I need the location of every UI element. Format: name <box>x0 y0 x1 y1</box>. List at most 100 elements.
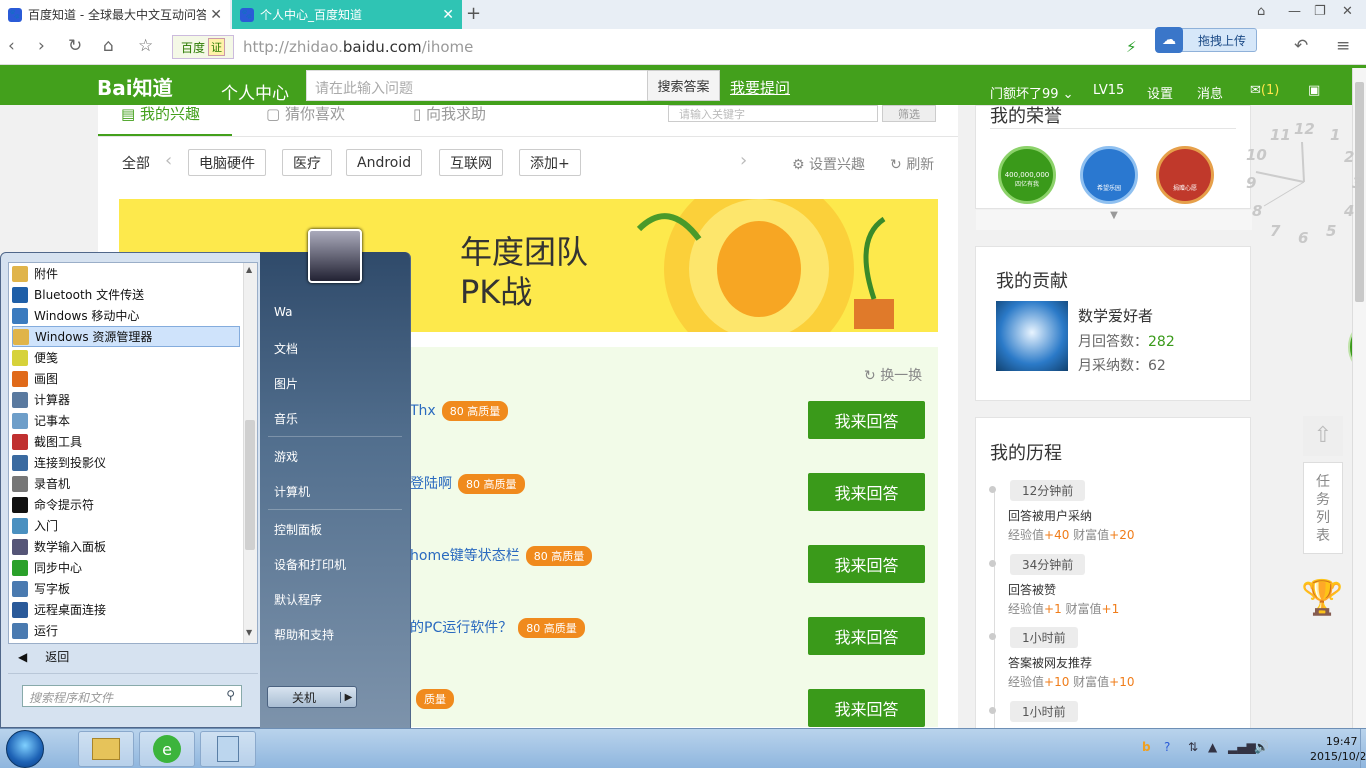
show-desktop-button[interactable] <box>1360 729 1366 768</box>
back-arrow-icon[interactable]: ‹ <box>8 36 15 56</box>
team-name[interactable]: 数学爱好者 <box>1078 305 1153 326</box>
forward-arrow-icon[interactable]: › <box>38 36 45 56</box>
username-dropdown[interactable]: 门额坏了99 ⌄ <box>990 83 1074 102</box>
medal-icon[interactable]: 希望乐园 <box>1080 146 1138 204</box>
settings-link[interactable]: 设置 <box>1147 83 1173 102</box>
program-item[interactable]: 数学输入面板 <box>12 536 240 557</box>
devices-printers-link[interactable]: 设备和打印机 <box>274 556 346 573</box>
show-hidden-icons[interactable]: ▲ <box>1208 740 1217 754</box>
answer-button[interactable]: 我来回答 <box>808 689 925 727</box>
accessories-folder[interactable]: 附件 <box>12 263 240 284</box>
user-avatar[interactable] <box>308 229 362 283</box>
back-button[interactable]: ◀ 返回 <box>12 648 252 668</box>
program-item[interactable]: 远程桌面连接 <box>12 599 240 620</box>
program-item[interactable]: Windows 资源管理器 <box>12 326 240 347</box>
task-list-button[interactable]: 任务列表 <box>1303 462 1343 554</box>
tag-item[interactable]: 医疗 <box>282 149 332 176</box>
new-tab-button[interactable]: + <box>466 3 481 24</box>
undo-icon[interactable]: ↶ <box>1294 36 1308 56</box>
tag-item[interactable]: 电脑硬件 <box>188 149 266 176</box>
shirt-skin-icon[interactable]: ⌂ <box>1257 4 1265 19</box>
program-item[interactable]: 画图 <box>12 368 240 389</box>
tray-overflow-icon[interactable]: ⇅ <box>1188 740 1198 754</box>
program-item[interactable]: 运行 <box>12 620 240 641</box>
close-tab-icon[interactable]: ✕ <box>442 7 454 23</box>
user-name-link[interactable]: Wa <box>274 305 292 319</box>
answer-button[interactable]: 我来回答 <box>808 545 925 583</box>
tab-my-interest[interactable]: ▤ 我的兴趣 <box>121 103 200 124</box>
notification-icon[interactable]: ▣ <box>1308 83 1320 98</box>
team-avatar[interactable] <box>996 301 1068 371</box>
question-title[interactable]: 的PC运行软件？ <box>410 620 512 636</box>
taskbar-clock[interactable]: 19:47 2015/10/29 <box>1310 734 1366 764</box>
star-bookmark-icon[interactable]: ☆ <box>138 36 153 56</box>
network-icon[interactable]: ▂▄▆ <box>1228 740 1256 754</box>
baidu-zhidao-logo[interactable]: Bai知道 <box>97 72 173 101</box>
programs-scrollbar-thumb[interactable] <box>245 420 255 550</box>
notepad-taskbar-icon[interactable] <box>200 731 256 767</box>
music-link[interactable]: 音乐 <box>274 410 298 427</box>
program-item[interactable]: 同步中心 <box>12 557 240 578</box>
answer-button[interactable]: 我来回答 <box>808 617 925 655</box>
games-link[interactable]: 游戏 <box>274 448 298 465</box>
answer-button[interactable]: 我来回答 <box>808 473 925 511</box>
documents-link[interactable]: 文档 <box>274 340 298 357</box>
question-title[interactable]: 登陆啊 <box>410 476 452 492</box>
search-programs-input[interactable]: 搜索程序和文件 ⚲ <box>22 685 242 707</box>
menu-icon[interactable]: ≡ <box>1336 36 1350 56</box>
explorer-taskbar-icon[interactable] <box>78 731 134 767</box>
tab-help-me[interactable]: ▯ 向我求助 <box>413 103 486 124</box>
scroll-down-icon[interactable]: ▼ <box>246 628 252 637</box>
search-answer-button[interactable]: 搜索答案 <box>647 70 720 101</box>
program-item[interactable]: 写字板 <box>12 578 240 599</box>
add-tag-button[interactable]: 添加+ <box>519 149 581 176</box>
expand-chevron-icon[interactable]: ▼ <box>976 210 1252 230</box>
browser-tab-baidu-zhidao[interactable]: 🐾 百度知道 - 全球最大中文互动问答 ✕ <box>0 0 230 29</box>
shutdown-button[interactable]: 关机 ▶ <box>267 686 357 708</box>
question-search-input[interactable]: 请在此输入问题 <box>306 70 648 101</box>
browser-taskbar-icon[interactable]: e <box>139 731 195 767</box>
help-tray-icon[interactable]: ? <box>1164 740 1170 754</box>
control-panel-link[interactable]: 控制面板 <box>274 521 322 538</box>
question-title[interactable]: Thx <box>410 403 436 419</box>
program-item[interactable]: 录音机 <box>12 473 240 494</box>
url-input[interactable]: http://zhidao.baidu.com/ihome <box>243 38 473 56</box>
mail-link[interactable]: ✉(1) <box>1250 83 1279 98</box>
program-item[interactable]: 截图工具 <box>12 431 240 452</box>
help-support-link[interactable]: 帮助和支持 <box>274 626 334 643</box>
program-item[interactable]: Bluetooth 文件传送 <box>12 284 240 305</box>
tag-item[interactable]: Android <box>346 149 423 176</box>
computer-link[interactable]: 计算机 <box>274 483 310 500</box>
volume-icon[interactable]: 🔊 <box>1254 740 1269 754</box>
program-item[interactable]: 计算器 <box>12 389 240 410</box>
minimize-icon[interactable]: — <box>1288 4 1301 19</box>
close-window-icon[interactable]: ✕ <box>1342 4 1353 19</box>
program-item[interactable]: 记事本 <box>12 410 240 431</box>
program-item[interactable]: Windows 移动中心 <box>12 305 240 326</box>
program-item[interactable]: 连接到投影仪 <box>12 452 240 473</box>
trophy-icon[interactable]: 🏆 <box>1301 578 1343 618</box>
program-item[interactable]: 入门 <box>12 515 240 536</box>
lightning-icon[interactable]: ⚡ <box>1126 38 1137 56</box>
set-interest-link[interactable]: ⚙ 设置兴趣 <box>792 154 865 174</box>
windows-start-icon[interactable] <box>6 730 44 768</box>
restore-icon[interactable]: ❐ <box>1314 4 1326 19</box>
browser-tab-personal-center[interactable]: 🐾 个人中心_百度知道 ✕ <box>232 0 462 29</box>
home-icon[interactable]: ⌂ <box>103 36 114 56</box>
medal-icon[interactable]: 400,000,000 四亿有我 <box>998 146 1056 204</box>
program-item[interactable]: 命令提示符 <box>12 494 240 515</box>
tab-guess-you-like[interactable]: ▢ 猜你喜欢 <box>266 103 345 124</box>
reload-icon[interactable]: ↻ <box>68 36 82 56</box>
program-item[interactable]: 便笺 <box>12 347 240 368</box>
level-link[interactable]: LV15 <box>1093 83 1124 98</box>
filter-button[interactable]: 筛选 <box>882 105 936 122</box>
refresh-link[interactable]: ↻ 刷新 <box>890 154 934 174</box>
tray-app-icon[interactable]: b <box>1142 740 1151 754</box>
certificate-badge[interactable]: 百度 证 <box>172 35 234 59</box>
switch-batch-link[interactable]: ↻ 换一换 <box>864 365 922 385</box>
pictures-link[interactable]: 图片 <box>274 375 298 392</box>
tag-item[interactable]: 互联网 <box>439 149 503 176</box>
back-to-top-button[interactable]: ⇧ <box>1303 416 1343 456</box>
keyword-input[interactable]: 请输入关键字 <box>668 105 878 122</box>
drag-upload-button[interactable]: ☁ 拖拽上传 <box>1155 27 1257 53</box>
